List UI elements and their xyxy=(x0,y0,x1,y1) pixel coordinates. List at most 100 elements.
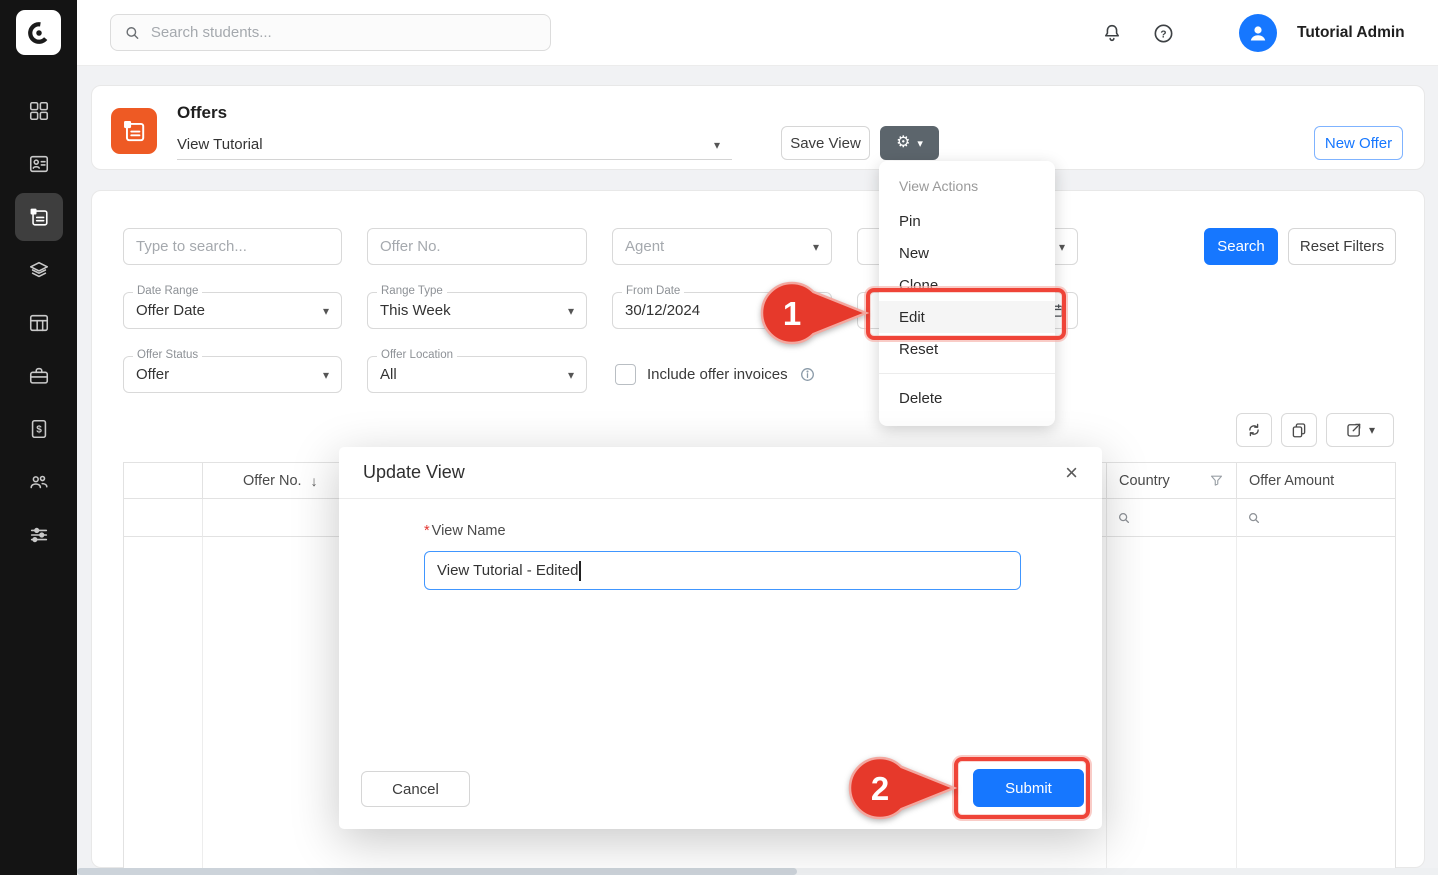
column-header-offer-amount[interactable]: Offer Amount xyxy=(1237,463,1395,499)
svg-text:$: $ xyxy=(36,425,42,436)
global-search[interactable] xyxy=(110,14,551,51)
search-small-icon xyxy=(1117,511,1131,525)
view-actions-menu-title: View Actions xyxy=(879,171,1055,201)
global-search-input[interactable] xyxy=(151,24,537,41)
menu-item-pin[interactable]: Pin xyxy=(879,205,1055,237)
offer-no-header-label: Offer No. xyxy=(243,473,302,489)
sidebar-item-partners[interactable] xyxy=(15,458,63,506)
menu-item-delete[interactable]: Delete xyxy=(879,382,1055,414)
filter-cell-offer-amount[interactable] xyxy=(1237,499,1395,537)
bell-icon xyxy=(1101,22,1123,44)
table-body-cell xyxy=(124,537,203,868)
menu-item-clone[interactable]: Clone xyxy=(879,269,1055,301)
chevron-down-icon: ▾ xyxy=(813,240,819,254)
topbar: ? Tutorial Admin xyxy=(77,0,1438,66)
agent-select[interactable]: Agent ▾ xyxy=(612,228,832,265)
date-range-select[interactable]: Date Range Offer Date ▾ xyxy=(123,292,342,329)
courses-icon xyxy=(28,259,50,281)
sidebar-item-students[interactable] xyxy=(15,140,63,188)
sidebar-item-services[interactable] xyxy=(15,352,63,400)
offer-location-select[interactable]: Offer Location All ▾ xyxy=(367,356,587,393)
page-header-card: Offers View Tutorial ▾ Save View ⚙ ▾ New… xyxy=(91,85,1425,170)
submit-button[interactable]: Submit xyxy=(973,769,1084,807)
sidebar-item-preferences[interactable] xyxy=(15,511,63,559)
range-type-value: This Week xyxy=(380,302,451,319)
from-date-field[interactable]: From Date 30/12/2024 xyxy=(612,292,832,329)
copy-table-button[interactable] xyxy=(1281,413,1317,447)
offer-no-input[interactable] xyxy=(380,238,574,255)
sidebar-item-courses[interactable] xyxy=(15,246,63,294)
chevron-down-icon: ▾ xyxy=(1059,240,1065,254)
modal-title: Update View xyxy=(363,462,465,483)
notifications-button[interactable] xyxy=(1099,20,1125,46)
close-icon[interactable]: × xyxy=(1065,462,1078,484)
offer-amount-header-label: Offer Amount xyxy=(1249,473,1334,489)
view-actions-menu: View Actions Pin New Clone Edit Reset De… xyxy=(879,161,1055,426)
cancel-button[interactable]: Cancel xyxy=(361,771,470,807)
avatar[interactable] xyxy=(1239,14,1277,52)
invoice-icon: $ xyxy=(28,418,50,440)
sidebar-item-offers[interactable] xyxy=(15,193,63,241)
export-icon xyxy=(1345,421,1363,439)
search-icon xyxy=(124,24,141,42)
menu-item-new[interactable]: New xyxy=(879,237,1055,269)
from-date-label: From Date xyxy=(622,285,684,297)
sort-desc-icon[interactable]: ↓ xyxy=(311,473,318,489)
keyword-search-input[interactable] xyxy=(136,238,329,255)
sidebar-item-invoices[interactable]: $ xyxy=(15,405,63,453)
include-invoices-checkbox[interactable] xyxy=(615,364,636,385)
help-button[interactable]: ? xyxy=(1150,20,1176,46)
view-name-label: *View Name xyxy=(424,523,506,539)
menu-item-edit[interactable]: Edit xyxy=(879,301,1055,333)
user-icon xyxy=(1246,21,1270,45)
horizontal-scrollbar[interactable] xyxy=(77,868,1438,875)
column-header-country[interactable]: Country xyxy=(1107,463,1237,499)
new-offer-label: New Offer xyxy=(1325,135,1392,152)
menu-item-reset[interactable]: Reset xyxy=(879,333,1055,365)
dashboard-icon xyxy=(28,100,50,122)
filter-cell-country[interactable] xyxy=(1107,499,1237,537)
update-view-modal: Update View × *View Name View Tutorial -… xyxy=(339,447,1102,829)
students-icon xyxy=(28,153,50,175)
table-body-cell xyxy=(1107,537,1237,868)
user-name[interactable]: Tutorial Admin xyxy=(1297,0,1405,66)
chevron-down-icon: ▾ xyxy=(323,368,329,382)
view-actions-button[interactable]: ⚙ ▾ xyxy=(880,126,939,160)
app-logo[interactable] xyxy=(16,10,61,55)
offer-status-select[interactable]: Offer Status Offer ▾ xyxy=(123,356,342,393)
gear-icon: ⚙ xyxy=(896,135,910,151)
date-range-label: Date Range xyxy=(133,285,202,297)
new-offer-button[interactable]: New Offer xyxy=(1314,126,1403,160)
range-type-select[interactable]: Range Type This Week ▾ xyxy=(367,292,587,329)
search-button[interactable]: Search xyxy=(1204,228,1278,265)
offer-no-field[interactable] xyxy=(367,228,587,265)
info-icon[interactable] xyxy=(799,366,816,383)
scrollbar-thumb[interactable] xyxy=(77,868,797,875)
sidebar: $ xyxy=(0,0,77,875)
app-root: $ xyxy=(0,0,1438,875)
search-button-label: Search xyxy=(1217,238,1265,255)
save-view-button[interactable]: Save View xyxy=(781,126,870,160)
search-small-icon xyxy=(1247,511,1261,525)
keyword-search-field[interactable] xyxy=(123,228,342,265)
agent-placeholder: Agent xyxy=(625,238,664,255)
reset-filters-label: Reset Filters xyxy=(1300,238,1384,255)
view-name-input[interactable]: View Tutorial - Edited xyxy=(424,551,1021,590)
export-button[interactable]: ▾ xyxy=(1326,413,1394,447)
from-date-value: 30/12/2024 xyxy=(625,302,700,319)
sidebar-item-dashboard[interactable] xyxy=(15,87,63,135)
reset-filters-button[interactable]: Reset Filters xyxy=(1288,228,1396,265)
svg-text:?: ? xyxy=(1160,29,1166,40)
briefcase-icon xyxy=(28,365,50,387)
refresh-table-button[interactable] xyxy=(1236,413,1272,447)
range-type-label: Range Type xyxy=(377,285,447,297)
filter-cell-select xyxy=(124,499,203,537)
offer-status-label: Offer Status xyxy=(133,349,202,361)
filter-funnel-icon[interactable] xyxy=(1209,473,1224,488)
sidebar-item-tables[interactable] xyxy=(15,299,63,347)
chevron-down-icon: ▾ xyxy=(1369,423,1375,437)
chevron-down-icon: ▾ xyxy=(323,304,329,318)
offers-icon xyxy=(28,206,50,228)
chevron-down-icon: ▾ xyxy=(714,138,720,152)
view-selector[interactable]: View Tutorial ▾ xyxy=(177,130,732,160)
